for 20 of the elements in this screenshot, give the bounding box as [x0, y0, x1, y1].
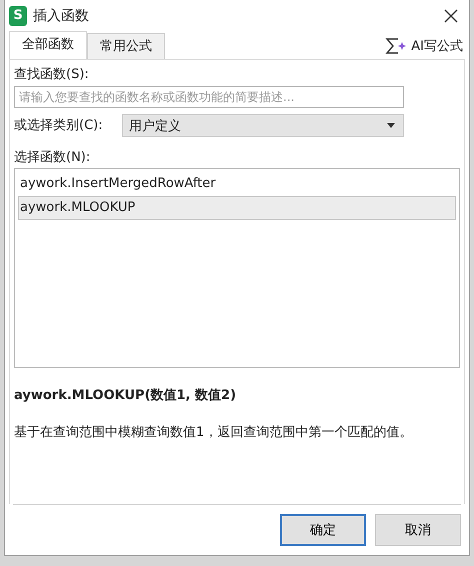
tab[interactable]: 常用公式 [87, 33, 165, 59]
search-field[interactable]: 请输入您要查找的函数名称或函数功能的简要描述... [14, 86, 404, 108]
ok-button[interactable]: 确定 [280, 514, 366, 546]
dropdown-arrow-icon [387, 123, 395, 128]
cancel-button[interactable]: 取消 [375, 514, 461, 546]
close-icon[interactable] [443, 8, 459, 24]
category-dropdown[interactable]: 用户定义 [122, 114, 404, 137]
window-title: 插入函数 [33, 6, 89, 24]
function-signature: aywork.MLOOKUP(数值1, 数值2) [14, 387, 238, 404]
ai-formula-button[interactable]: AI写公式 [385, 37, 463, 59]
field-label: 查找函数(S): [14, 66, 90, 83]
field-label: 选择函数(N): [14, 149, 92, 166]
tab[interactable]: 全部函数 [9, 31, 87, 59]
app-logo-icon: S [9, 6, 27, 26]
function-item[interactable]: aywork.InsertMergedRowAfter [18, 172, 456, 196]
function-item[interactable]: aywork.MLOOKUP [18, 196, 456, 220]
function-description: 基于在查询范围中模糊查询数值1，返回查询范围中第一个匹配的值。 [14, 424, 414, 441]
sigma-sparkle-icon [385, 37, 408, 55]
field-label: 或选择类别(C): [14, 117, 104, 134]
function-list[interactable]: aywork.InsertMergedRowAfter aywork.MLOOKUP [14, 168, 460, 368]
